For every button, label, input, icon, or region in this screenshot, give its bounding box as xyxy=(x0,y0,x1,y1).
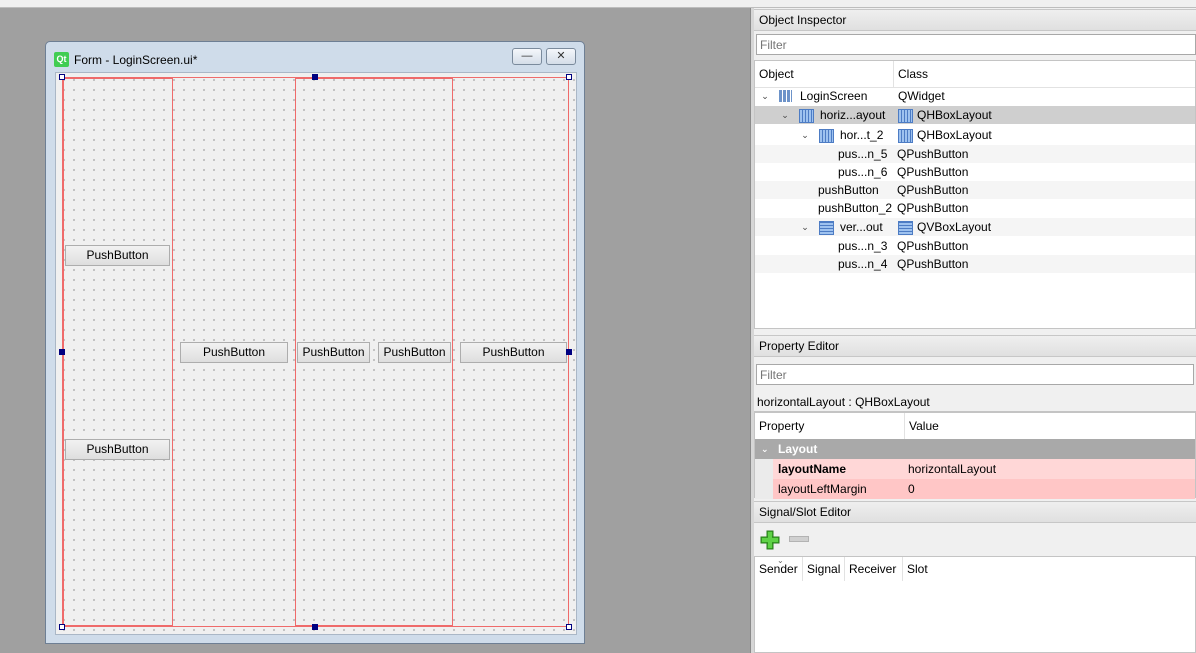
signal-slot-editor-title[interactable]: Signal/Slot Editor xyxy=(754,501,1196,523)
top-strip xyxy=(0,0,1196,8)
vbox-layout-icon xyxy=(819,221,834,235)
object-name: pushButton_2 xyxy=(818,201,893,215)
column-header-signal[interactable]: Signal xyxy=(803,557,845,581)
class-name: QHBoxLayout xyxy=(917,108,992,122)
group-label: Layout xyxy=(778,442,818,456)
object-name: horiz...ayout xyxy=(820,108,886,122)
vbox-layout-icon xyxy=(898,221,913,235)
column-header-receiver[interactable]: Receiver xyxy=(845,557,903,581)
tree-row-horizontal-layout[interactable]: ⌄ horiz...ayout QHBoxLayout xyxy=(755,106,1195,124)
resize-handle-top-right[interactable] xyxy=(566,74,572,80)
qt-logo-icon: Qt xyxy=(54,52,69,67)
class-name: QVBoxLayout xyxy=(917,220,992,234)
grid-layout-icon xyxy=(779,90,792,102)
class-name: QPushButton xyxy=(897,201,969,215)
class-name: QWidget xyxy=(898,89,945,103)
object-name: pus...n_4 xyxy=(838,257,888,271)
property-name: layoutName xyxy=(778,462,847,476)
class-name: QPushButton xyxy=(897,147,969,161)
tree-row-pushbutton[interactable]: pushButton QPushButton xyxy=(755,181,1195,199)
push-button[interactable]: PushButton xyxy=(180,342,288,363)
class-name: QHBoxLayout xyxy=(917,128,992,142)
class-name: QPushButton xyxy=(897,165,969,179)
property-row-layoutname[interactable]: layoutName horizontalLayout xyxy=(755,459,1195,479)
tree-row-pushbutton-6[interactable]: pus...n_6 QPushButton xyxy=(755,163,1195,181)
object-name: pus...n_6 xyxy=(838,165,888,179)
resize-handle-bottom[interactable] xyxy=(312,624,318,630)
chevron-down-icon[interactable]: ⌄ xyxy=(780,106,790,124)
property-row-layoutleftmargin[interactable]: layoutLeftMargin 0 xyxy=(755,479,1195,499)
tree-row-horizontal-layout-2[interactable]: ⌄ hor...t_2 QHBoxLayout xyxy=(755,126,1195,144)
hbox-layout-icon xyxy=(819,129,834,143)
hbox-layout-icon xyxy=(898,109,913,123)
property-editor-object-label: horizontalLayout : QHBoxLayout xyxy=(754,393,1196,412)
property-value[interactable]: horizontalLayout xyxy=(908,459,996,479)
object-inspector-tree[interactable]: Object Class ⌄ LoginScreen QWidget ⌄ hor… xyxy=(754,60,1196,329)
tree-row-pushbutton-4[interactable]: pus...n_4 QPushButton xyxy=(755,255,1195,273)
close-button[interactable]: ✕ xyxy=(546,48,576,65)
push-button-4[interactable]: PushButton xyxy=(65,439,170,460)
chevron-down-icon[interactable]: ⌄ xyxy=(800,218,810,236)
tree-row-loginscreen[interactable]: ⌄ LoginScreen QWidget xyxy=(755,87,1195,105)
object-inspector-title[interactable]: Object Inspector xyxy=(754,9,1196,31)
form-titlebar[interactable]: Qt Form - LoginScreen.ui* — ✕ xyxy=(46,42,584,72)
resize-handle-bottom-left[interactable] xyxy=(59,624,65,630)
form-window[interactable]: Qt Form - LoginScreen.ui* — ✕ PushButton… xyxy=(45,41,585,644)
sort-indicator-icon: ⌄ xyxy=(777,556,784,565)
object-inspector-filter-input[interactable] xyxy=(756,34,1196,55)
minus-icon[interactable] xyxy=(789,536,809,542)
object-name: LoginScreen xyxy=(800,89,868,103)
property-editor-filter-input[interactable] xyxy=(756,364,1194,385)
column-header-property[interactable]: Property xyxy=(755,413,905,440)
chevron-down-icon[interactable]: ⌄ xyxy=(760,87,770,105)
property-editor-title[interactable]: Property Editor xyxy=(754,335,1196,357)
push-button-3[interactable]: PushButton xyxy=(65,245,170,266)
property-editor-table[interactable]: Property Value ⌄ Layout layoutName horiz… xyxy=(754,412,1196,499)
form-canvas[interactable]: PushButton PushButton PushButton PushBut… xyxy=(55,72,577,635)
column-header-class[interactable]: Class xyxy=(894,61,1195,88)
minimize-button[interactable]: — xyxy=(512,48,542,65)
object-name: pus...n_3 xyxy=(838,239,888,253)
column-header-value[interactable]: Value xyxy=(905,413,1195,440)
hbox-layout-icon xyxy=(799,109,814,123)
resize-handle-top-left[interactable] xyxy=(59,74,65,80)
object-name: pushButton xyxy=(818,183,879,197)
property-value[interactable]: 0 xyxy=(908,479,915,499)
object-name: hor...t_2 xyxy=(840,128,884,142)
class-name: QPushButton xyxy=(897,183,969,197)
property-gutter xyxy=(755,459,773,479)
form-title: Form - LoginScreen.ui* xyxy=(74,53,198,67)
plus-icon[interactable] xyxy=(758,529,782,551)
property-group-layout[interactable]: ⌄ Layout xyxy=(755,439,1195,459)
class-name: QPushButton xyxy=(897,257,969,271)
signal-slot-table[interactable]: Sender Signal Receiver Slot ⌄ xyxy=(754,556,1196,653)
resize-handle-top[interactable] xyxy=(312,74,318,80)
object-name: ver...out xyxy=(840,220,883,234)
right-dock: Object Inspector Object Class ⌄ LoginScr… xyxy=(754,8,1196,653)
chevron-down-icon[interactable]: ⌄ xyxy=(800,126,810,144)
column-header-object[interactable]: Object xyxy=(755,61,895,88)
tree-row-pushbutton-2[interactable]: pushButton_2 QPushButton xyxy=(755,199,1195,217)
tree-row-pushbutton-3[interactable]: pus...n_3 QPushButton xyxy=(755,237,1195,255)
resize-handle-right[interactable] xyxy=(566,349,572,355)
tree-row-vertical-layout[interactable]: ⌄ ver...out QVBoxLayout xyxy=(755,218,1195,236)
push-button-6[interactable]: PushButton xyxy=(378,342,451,363)
push-button-2[interactable]: PushButton xyxy=(460,342,567,363)
column-header-slot[interactable]: Slot xyxy=(903,557,943,581)
vertical-layout[interactable] xyxy=(63,78,173,626)
class-name: QPushButton xyxy=(897,239,969,253)
resize-handle-left[interactable] xyxy=(59,349,65,355)
push-button-5[interactable]: PushButton xyxy=(297,342,370,363)
property-name: layoutLeftMargin xyxy=(778,482,867,496)
property-gutter xyxy=(755,479,773,499)
resize-handle-bottom-right[interactable] xyxy=(566,624,572,630)
object-name: pus...n_5 xyxy=(838,147,888,161)
chevron-down-icon[interactable]: ⌄ xyxy=(761,439,769,459)
hbox-layout-icon xyxy=(898,129,913,143)
tree-row-pushbutton-5[interactable]: pus...n_5 QPushButton xyxy=(755,145,1195,163)
